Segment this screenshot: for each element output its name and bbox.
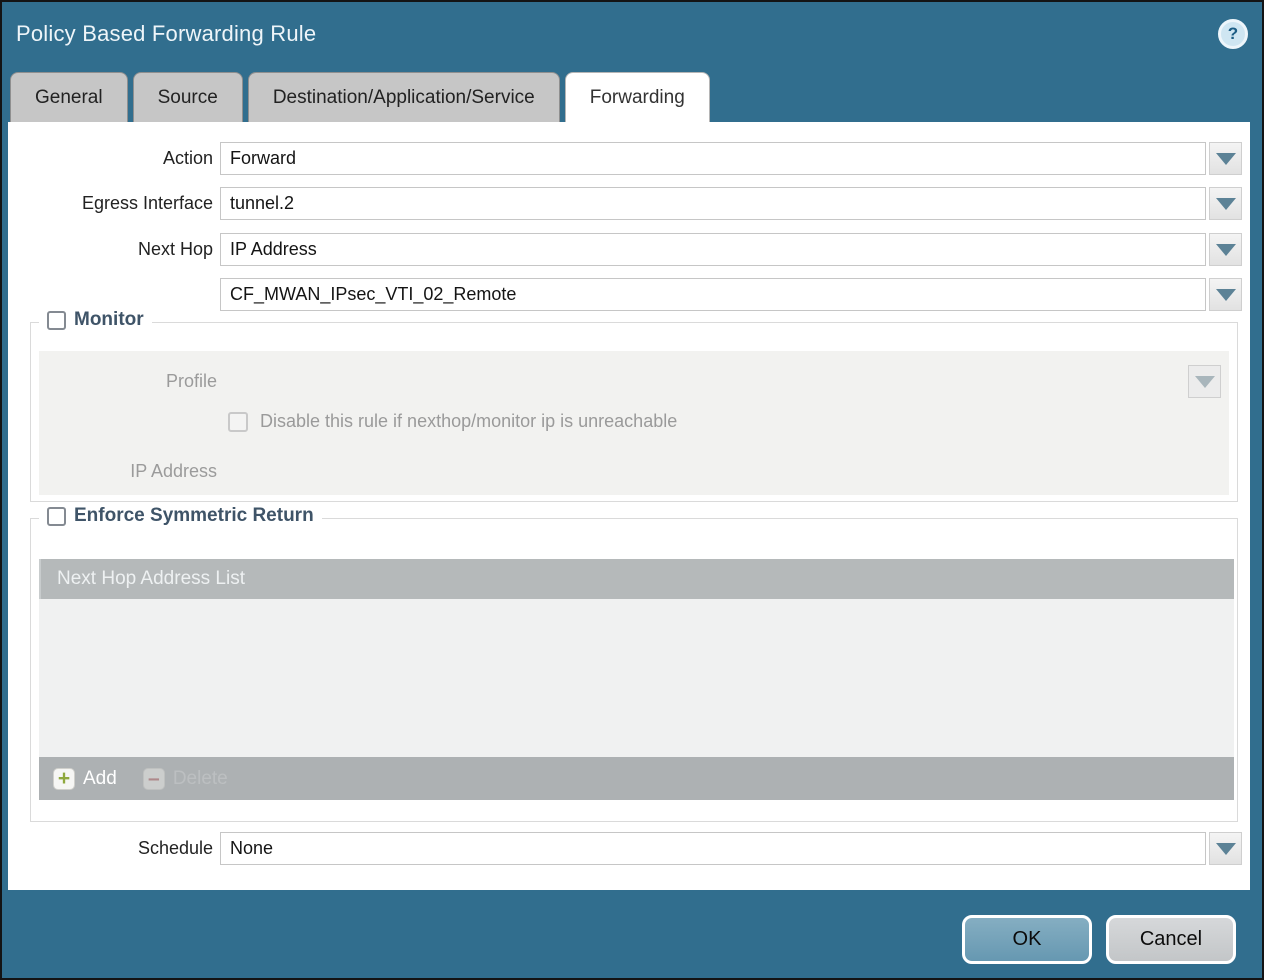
tab-general[interactable]: General [10, 72, 128, 122]
ok-button[interactable]: OK [962, 915, 1092, 964]
help-icon[interactable]: ? [1218, 19, 1248, 49]
action-dropdown-button[interactable] [1209, 142, 1242, 175]
chevron-down-icon [1216, 843, 1236, 855]
enforce-legend-label: Enforce Symmetric Return [74, 505, 314, 527]
cancel-button[interactable]: Cancel [1106, 915, 1236, 964]
action-row: Action Forward [8, 142, 1250, 175]
profile-label: Profile [39, 365, 217, 398]
monitor-legend-label: Monitor [74, 309, 144, 331]
next-hop-address-list-header: Next Hop Address List [39, 559, 1234, 599]
monitor-disabled-panel: Profile Disable this rule if nexthop/mon… [39, 351, 1229, 495]
action-label: Action [8, 142, 213, 175]
disable-rule-row: Disable this rule if nexthop/monitor ip … [228, 411, 677, 432]
action-select[interactable]: Forward [220, 142, 1206, 175]
egress-interface-select[interactable]: tunnel.2 [220, 187, 1206, 220]
schedule-row: Schedule None [8, 832, 1250, 865]
chevron-down-icon [1216, 244, 1236, 256]
dialog-title: Policy Based Forwarding Rule [16, 2, 316, 66]
next-hop-address-select[interactable]: CF_MWAN_IPsec_VTI_02_Remote [220, 278, 1206, 311]
add-button[interactable]: + Add [53, 768, 117, 790]
next-hop-address-row: CF_MWAN_IPsec_VTI_02_Remote [8, 278, 1250, 311]
next-hop-address-list-toolbar: + Add – Delete [39, 757, 1234, 800]
chevron-down-icon [1216, 198, 1236, 210]
monitor-legend: Monitor [39, 309, 152, 331]
next-hop-row: Next Hop IP Address [8, 233, 1250, 266]
next-hop-dropdown-button[interactable] [1209, 233, 1242, 266]
disable-rule-checkbox [228, 412, 248, 432]
schedule-label: Schedule [8, 832, 213, 865]
profile-dropdown-button [1188, 365, 1221, 398]
egress-interface-row: Egress Interface tunnel.2 [8, 187, 1250, 220]
policy-based-forwarding-dialog: Policy Based Forwarding Rule ? General S… [0, 0, 1264, 980]
schedule-select[interactable]: None [220, 832, 1206, 865]
egress-interface-label: Egress Interface [8, 187, 213, 220]
forwarding-tab-panel: Action Forward Egress Interface tunnel.2… [8, 122, 1250, 890]
enforce-symmetric-return-section: Enforce Symmetric Return Next Hop Addres… [30, 518, 1238, 822]
tab-forwarding[interactable]: Forwarding [565, 72, 710, 122]
delete-button: – Delete [143, 768, 228, 790]
egress-interface-dropdown-button[interactable] [1209, 187, 1242, 220]
next-hop-address-dropdown-button[interactable] [1209, 278, 1242, 311]
enforce-legend: Enforce Symmetric Return [39, 505, 322, 527]
enforce-symmetric-return-checkbox[interactable] [47, 507, 66, 526]
next-hop-address-list-body[interactable] [39, 599, 1234, 757]
plus-icon: + [53, 768, 75, 790]
monitor-ip-address-row: IP Address [39, 455, 1229, 488]
minus-icon: – [143, 768, 165, 790]
tab-bar: General Source Destination/Application/S… [10, 72, 710, 122]
disable-rule-label: Disable this rule if nexthop/monitor ip … [260, 411, 677, 432]
next-hop-address-list-table: Next Hop Address List + Add – Delete [39, 559, 1234, 800]
schedule-dropdown-button[interactable] [1209, 832, 1242, 865]
tab-source[interactable]: Source [133, 72, 243, 122]
monitor-checkbox[interactable] [47, 311, 66, 330]
monitor-section: Monitor Profile Disable this rule if nex… [30, 322, 1238, 502]
delete-button-label: Delete [173, 768, 228, 790]
next-hop-label: Next Hop [8, 233, 213, 266]
profile-row: Profile [39, 365, 1229, 398]
next-hop-type-select[interactable]: IP Address [220, 233, 1206, 266]
chevron-down-icon [1216, 153, 1236, 165]
tab-destination-application-service[interactable]: Destination/Application/Service [248, 72, 560, 122]
chevron-down-icon [1216, 289, 1236, 301]
add-button-label: Add [83, 768, 117, 790]
chevron-down-icon [1195, 376, 1215, 388]
monitor-ip-address-label: IP Address [39, 455, 217, 488]
